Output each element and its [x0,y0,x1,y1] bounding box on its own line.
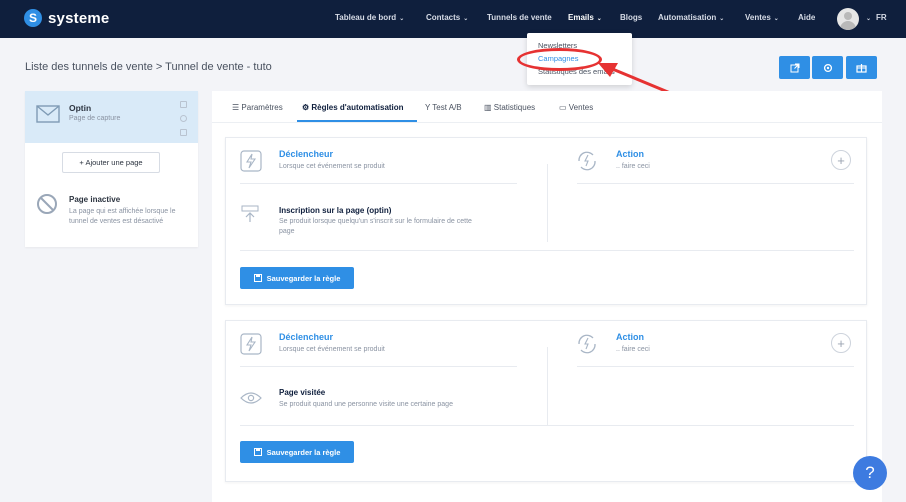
funnel-step-optin[interactable]: Optin Page de capture [25,91,198,143]
add-page-button[interactable]: + Ajouter une page [62,152,160,173]
nav-item-blogs[interactable]: Blogs [620,13,642,22]
link-icon[interactable] [180,115,187,122]
tabs-divider [212,122,882,123]
trigger-subtitle: Lorsque cet événement se produit [279,163,385,170]
avatar-body [840,21,856,30]
list-icon: ☰ [232,103,242,112]
action-sync-icon [578,334,596,354]
gears-icon: ⚙ [302,103,312,112]
step-subtitle: Page de capture [69,115,121,122]
chevron-down-icon: ⌄ [463,16,469,22]
chevron-down-icon: ⌄ [399,16,405,22]
tab-parametres[interactable]: ☰ Paramètres [232,103,283,112]
divider [240,250,854,251]
brand-logo[interactable]: S systeme [24,9,109,27]
bar-chart-icon: ▥ [484,103,494,112]
copy-icon[interactable] [180,101,187,108]
nav-item-sales[interactable]: Ventes ⌄ [745,13,779,22]
section-separator [547,164,548,242]
save-rule-button[interactable]: Sauvegarder la règle [240,267,354,289]
annotation-circle [517,48,602,71]
gear-icon [823,63,832,72]
user-avatar[interactable] [837,8,859,30]
event-title: Page visitée [279,388,326,397]
avatar-head [844,12,852,20]
chevron-down-icon: ⌄ [719,16,725,22]
nav-item-automation[interactable]: Automatisation ⌄ [658,13,724,22]
add-action-button[interactable]: + [831,333,851,353]
divider [577,183,854,184]
trigger-title: Déclencheur [279,332,334,342]
inactive-page-description: La page qui est affichée lorsque le tunn… [69,208,176,225]
action-title: Action [616,332,644,342]
tab-ab-test[interactable]: Y Test A/B [425,103,462,112]
lightning-icon [240,333,262,355]
lightning-icon [240,150,262,172]
envelope-icon [36,105,60,123]
nav-item-help[interactable]: Aide [798,13,815,22]
nav-item-funnels[interactable]: Tunnels de vente [487,13,552,22]
funnel-steps-panel: Optin Page de capture + Ajouter une page… [25,91,198,247]
chevron-down-icon: ⌄ [773,16,779,22]
automation-rule-card: Déclencheur Lorsque cet événement se pro… [225,137,867,305]
chevron-down-icon: ⌄ [866,16,872,22]
trigger-subtitle: Lorsque cet événement se produit [279,346,385,353]
gift-icon [856,64,867,73]
trigger-title: Déclencheur [279,149,334,159]
nav-item-dashboard[interactable]: Tableau de bord ⌄ [335,13,404,22]
tab-sales[interactable]: ▭ Ventes [559,103,593,112]
open-external-button[interactable] [779,56,810,79]
nav-item-emails[interactable]: Emails ⌄ [568,13,602,22]
money-icon: ▭ [559,103,569,112]
optin-form-icon [241,205,259,222]
floppy-disk-icon [253,448,262,456]
brand-name: systeme [48,9,110,27]
section-separator [547,347,548,425]
external-link-icon [790,63,799,72]
divider [240,366,517,367]
language-selector[interactable]: ⌄ FR [866,13,887,22]
logo-icon: S [24,9,42,27]
action-title: Action [616,149,644,159]
action-subtitle: .. faire ceci [616,163,650,170]
nav-item-contacts[interactable]: Contacts ⌄ [426,13,468,22]
chevron-down-icon: ⌄ [596,16,602,22]
divider [577,366,854,367]
action-subtitle: .. faire ceci [616,346,650,353]
eye-icon [240,392,262,404]
step-title: Optin [69,103,92,113]
help-chat-button[interactable]: ? [853,456,887,490]
settings-button[interactable] [812,56,843,79]
automation-rule-card: Déclencheur Lorsque cet événement se pro… [225,320,867,482]
floppy-disk-icon [253,274,262,282]
action-sync-icon [578,151,596,171]
event-title: Inscription sur la page (optin) [279,206,392,215]
disabled-icon [37,194,57,214]
breadcrumb[interactable]: Liste des tunnels de vente > Tunnel de v… [25,61,272,73]
tab-statistics[interactable]: ▥ Statistiques [484,103,535,112]
tab-automation-rules[interactable]: ⚙ Règles d'automatisation [302,103,404,112]
trash-icon[interactable] [180,129,187,136]
top-navbar: S systeme Tableau de bord ⌄ Contacts ⌄ Tun… [0,0,906,38]
event-description: Se produit lorsque quelqu'un s'inscrit s… [279,218,472,235]
add-action-button[interactable]: + [831,150,851,170]
divider [240,183,517,184]
divider [240,425,854,426]
inactive-page-title: Page inactive [69,195,121,204]
share-button[interactable] [846,56,877,79]
save-rule-button[interactable]: Sauvegarder la règle [240,441,354,463]
event-description: Se produit quand une personne visite une… [279,401,453,408]
